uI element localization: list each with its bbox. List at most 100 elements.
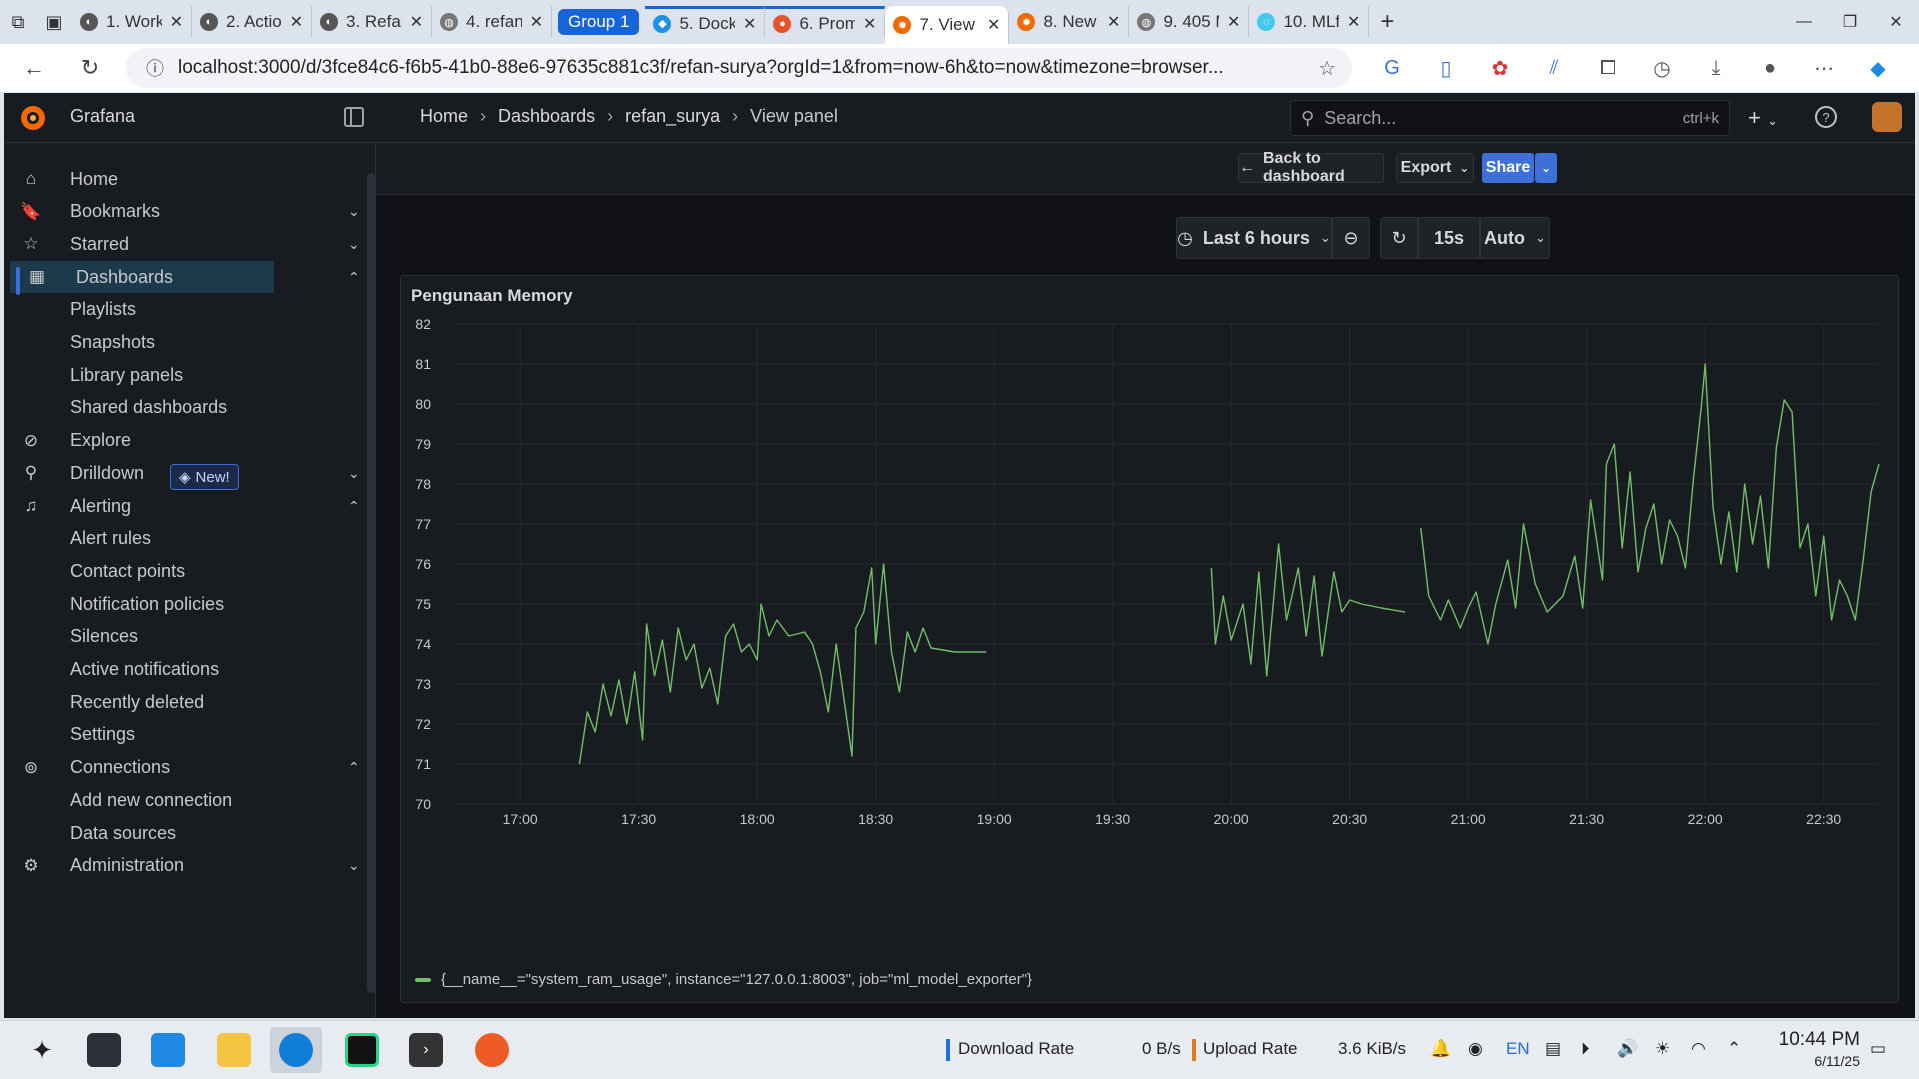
history-icon[interactable]: ◷ [1638, 48, 1686, 88]
chevron-down-icon[interactable]: ⌄ [348, 203, 360, 220]
restore-icon[interactable]: ❐ [1827, 0, 1873, 44]
refresh-mode-picker[interactable]: Auto ⌄ [1480, 217, 1550, 259]
chevron-down-icon[interactable]: ⌄ [348, 236, 360, 253]
analytics-icon[interactable]: ⫽ [1530, 48, 1578, 88]
legend-label[interactable]: {__name__="system_ram_usage", instance="… [441, 971, 1032, 988]
browser-tab[interactable]: ◐ 2. Actions ✕ [192, 6, 312, 38]
sidebar-item-playlists[interactable]: Playlists [4, 294, 376, 326]
taskbar-app-edge[interactable] [270, 1027, 322, 1073]
sidebar-item-drilldown[interactable]: ⚲ Drilldown ◈ New! ⌄ [4, 457, 376, 491]
sidebar-item-active-notifications[interactable]: Active notifications [4, 654, 376, 686]
sidebar-item-add-new-connection[interactable]: Add new connection [4, 784, 376, 816]
help-icon[interactable]: ? [1815, 106, 1837, 128]
taskbar-app-files[interactable] [208, 1027, 260, 1073]
close-tab-icon[interactable]: ✕ [530, 12, 543, 32]
sidebar-item-library-panels[interactable]: Library panels [4, 359, 376, 391]
chart-legend[interactable]: {__name__="system_ram_usage", instance="… [415, 971, 1032, 988]
avatar[interactable] [1872, 102, 1902, 132]
site-info-icon[interactable]: ⓘ [146, 55, 164, 81]
sidebar-item-alert-rules[interactable]: Alert rules [4, 523, 376, 555]
close-tab-icon[interactable]: ✕ [290, 12, 303, 32]
sidebar-item-administration[interactable]: ⚙ Administration ⌄ [4, 850, 376, 882]
browser-tab[interactable]: ◍ 9. 405 Me ✕ [1129, 6, 1250, 38]
share-button[interactable]: Share [1482, 153, 1534, 183]
taskbar-app-terminal[interactable]: › [400, 1027, 452, 1073]
close-tab-icon[interactable]: ✕ [987, 15, 1000, 35]
profile-icon[interactable]: ● [1746, 48, 1794, 88]
share-dropdown-button[interactable]: ⌄ [1535, 153, 1557, 183]
browser-tab[interactable]: ◐ 1. Workflo ✕ [72, 6, 192, 38]
refresh-interval[interactable]: 15s [1418, 217, 1480, 259]
taskbar-app-postman[interactable] [466, 1027, 518, 1073]
close-window-icon[interactable]: ✕ [1873, 0, 1919, 44]
browser-tab[interactable]: ✹ 7. View p ✕ [885, 6, 1010, 44]
sidebar-item-recently-deleted[interactable]: Recently deleted [4, 686, 376, 718]
tab-actions-icon[interactable]: ▣ [36, 7, 72, 37]
search-input[interactable]: ⚲ Search... ctrl+k [1290, 100, 1730, 136]
breadcrumb-home[interactable]: Home [420, 106, 468, 127]
color-wheel-icon[interactable]: ✿ [1476, 48, 1524, 88]
close-tab-icon[interactable]: ✕ [1107, 12, 1120, 32]
minimize-icon[interactable]: — [1781, 0, 1827, 44]
show-desktop-icon[interactable]: ▭ [1870, 1039, 1886, 1059]
close-tab-icon[interactable]: ✕ [743, 14, 756, 34]
memory-chart[interactable]: 70 71 72 73 74 75 76 77 78 79 80 81 82 17:00 17:30 18:0… [401, 276, 1900, 1004]
system-clock[interactable]: 10:44 PM 6/11/25 [1760, 1029, 1860, 1069]
copilot-icon[interactable]: ◆ [1854, 48, 1902, 88]
chevron-up-icon[interactable]: ⌃ [348, 498, 360, 515]
zoom-out-button[interactable]: ⊖ [1332, 217, 1370, 259]
new-menu-button[interactable]: + ⌄ [1748, 105, 1778, 131]
back-to-dashboard-button[interactable]: ← Back to dashboard [1238, 150, 1384, 185]
chevron-up-icon[interactable]: ⌃ [1727, 1039, 1741, 1059]
taskbar-app-store[interactable] [142, 1027, 194, 1073]
address-bar[interactable]: ⓘ localhost:3000/d/3fce84c6-f6b5-41b0-88… [126, 48, 1352, 88]
browser-tab[interactable]: ◆ 5. Docker ✕ [645, 6, 766, 38]
grafana-logo-icon[interactable] [18, 103, 48, 133]
brightness-icon[interactable]: ☀ [1655, 1039, 1670, 1059]
downloads-icon[interactable]: ⤓ [1692, 48, 1740, 88]
workspaces-icon[interactable]: ⧉ [0, 7, 36, 37]
refresh-button[interactable]: ↻ [1380, 217, 1418, 259]
breadcrumb-dashboards[interactable]: Dashboards [498, 106, 595, 127]
clipboard-icon[interactable]: ▤ [1545, 1039, 1561, 1059]
sidebar-scrollbar[interactable] [367, 173, 375, 993]
translate-icon[interactable]: G [1368, 48, 1416, 88]
start-button[interactable]: ✦ [16, 1027, 68, 1073]
sidebar-item-alerting[interactable]: ♫ Alerting ⌃ [4, 490, 376, 522]
sidebar-item-silences[interactable]: Silences [4, 621, 376, 653]
notification-bell-icon[interactable]: 🔔 [1430, 1039, 1451, 1059]
media-icon[interactable]: ⏵ [1581, 1039, 1590, 1059]
browser-tab[interactable]: ◍ 4. refanzz ✕ [432, 6, 552, 38]
back-button[interactable]: ← [12, 48, 56, 88]
sidebar-item-shared-dashboards[interactable]: Shared dashboards [4, 392, 376, 424]
sidebar-item-data-sources[interactable]: Data sources [4, 817, 376, 849]
time-range-picker[interactable]: ◷ Last 6 hours ⌄ [1176, 217, 1332, 259]
chevron-down-icon[interactable]: ⌄ [348, 857, 360, 874]
close-tab-icon[interactable]: ✕ [1347, 12, 1360, 32]
volume-icon[interactable]: 🔊 [1617, 1039, 1638, 1059]
taskbar-app-terminal-panel[interactable] [78, 1027, 130, 1073]
sidebar-item-notification-policies[interactable]: Notification policies [4, 588, 376, 620]
more-menu-icon[interactable]: ⋯ [1800, 48, 1848, 88]
discord-icon[interactable]: ◉ [1468, 1039, 1483, 1059]
url-text[interactable]: localhost:3000/d/3fce84c6-f6b5-41b0-88e6… [178, 57, 1288, 79]
close-tab-icon[interactable]: ✕ [1227, 12, 1240, 32]
browser-tab[interactable]: ● 6. Promet ✕ [765, 6, 886, 38]
sidebar-item-dashboards[interactable]: ▦ Dashboards ⌃ [10, 261, 360, 296]
tab-group-chip[interactable]: Group 1 [558, 9, 640, 35]
close-tab-icon[interactable]: ✕ [410, 12, 423, 32]
dock-menu-icon[interactable] [344, 107, 364, 127]
breadcrumb-dashboard[interactable]: refan_surya [625, 106, 720, 127]
export-button[interactable]: Export ⌄ [1396, 153, 1474, 183]
sidebar-item-contact-points[interactable]: Contact points [4, 555, 376, 587]
sidebar-item-starred[interactable]: ☆ Starred ⌄ [4, 228, 376, 260]
sidebar-item-explore[interactable]: ⊘ Explore [4, 425, 376, 457]
favorite-star-icon[interactable]: ☆ [1318, 56, 1336, 81]
taskbar-app-pycharm[interactable] [336, 1027, 388, 1073]
sidebar-item-connections[interactable]: ⊚ Connections ⌃ [4, 752, 376, 784]
wifi-icon[interactable]: ◠ [1691, 1039, 1706, 1059]
chevron-up-icon[interactable]: ⌃ [348, 759, 360, 776]
reader-icon[interactable]: ▯ [1422, 48, 1470, 88]
chevron-up-icon[interactable]: ⌃ [348, 269, 360, 286]
language-indicator[interactable]: EN [1506, 1039, 1530, 1059]
